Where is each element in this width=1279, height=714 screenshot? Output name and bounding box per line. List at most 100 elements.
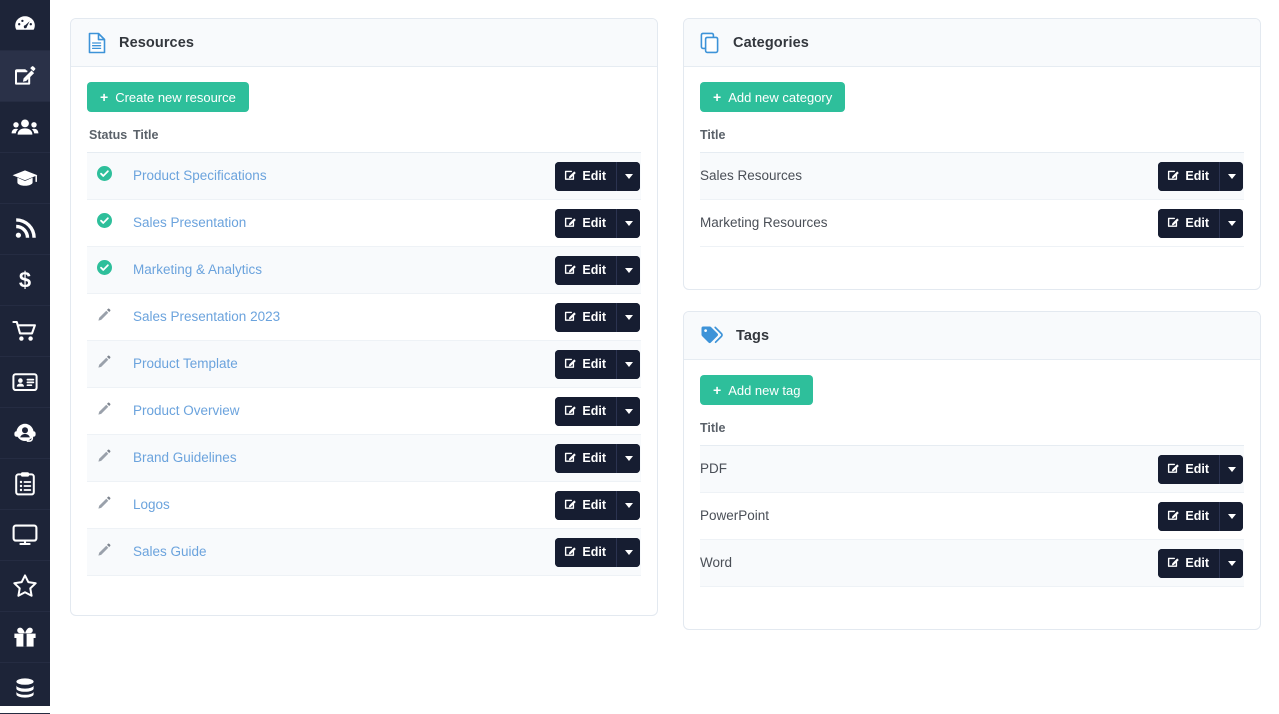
resource-title-link[interactable]: Product Overview — [133, 403, 240, 418]
status-cell — [87, 434, 133, 482]
row-actions-cell: Edit — [531, 481, 641, 529]
row-actions-cell: Edit — [531, 246, 641, 294]
chevron-down-icon — [624, 549, 633, 555]
sidebar-item-training[interactable] — [0, 153, 50, 204]
edit-dropdown-toggle[interactable] — [1219, 161, 1243, 191]
sidebar-item-content-editor[interactable] — [0, 51, 50, 102]
edit-button[interactable]: Edit — [1158, 161, 1219, 191]
sidebar-item-contacts[interactable] — [0, 357, 50, 408]
edit-dropdown-toggle[interactable] — [616, 537, 640, 567]
edit-dropdown-toggle[interactable] — [1219, 501, 1243, 531]
row-actions-cell: Edit — [1134, 199, 1244, 247]
resource-title-link[interactable]: Sales Guide — [133, 544, 207, 559]
edit-button[interactable]: Edit — [555, 302, 616, 332]
edit-dropdown-toggle[interactable] — [1219, 208, 1243, 238]
edit-dropdown-toggle[interactable] — [616, 349, 640, 379]
resource-title-cell: Product Template — [133, 340, 531, 388]
id-card-icon — [12, 371, 38, 393]
edit-dropdown-toggle[interactable] — [616, 208, 640, 238]
resources-header-row: Status Title — [87, 122, 641, 153]
resource-title-link[interactable]: Sales Presentation 2023 — [133, 309, 280, 324]
sidebar-item-database[interactable] — [0, 663, 50, 714]
sidebar-item-feed[interactable] — [0, 204, 50, 255]
row-actions-cell: Edit — [1134, 445, 1244, 493]
edit-button-label: Edit — [582, 357, 606, 371]
categories-table: Title Sales Resources Edit Marketing Resou… — [700, 122, 1244, 247]
tags-card-body: + Add new tag Title PDF Edit PowerPoint Edi… — [684, 360, 1260, 629]
edit-button[interactable]: Edit — [555, 537, 616, 567]
edit-dropdown-toggle[interactable] — [616, 302, 640, 332]
edit-button[interactable]: Edit — [555, 161, 616, 191]
resource-title-link[interactable]: Product Template — [133, 356, 238, 371]
sidebar: $ — [0, 0, 50, 714]
add-new-category-button[interactable]: + Add new category — [700, 82, 846, 112]
edit-button[interactable]: Edit — [555, 255, 616, 285]
chevron-down-icon — [624, 173, 633, 179]
sidebar-item-shop[interactable] — [0, 306, 50, 357]
edit-button[interactable]: Edit — [555, 490, 616, 520]
file-document-icon — [87, 32, 107, 54]
edit-button[interactable]: Edit — [555, 396, 616, 426]
edit-button-group: Edit — [1158, 454, 1243, 484]
pencil-square-icon — [564, 497, 577, 513]
sidebar-item-favorites[interactable] — [0, 561, 50, 612]
status-cell — [87, 152, 133, 200]
edit-button[interactable]: Edit — [555, 443, 616, 473]
sidebar-item-finance[interactable]: $ — [0, 255, 50, 306]
edit-button[interactable]: Edit — [555, 349, 616, 379]
sidebar-item-dashboard[interactable] — [0, 0, 50, 51]
edit-dropdown-toggle[interactable] — [1219, 548, 1243, 578]
graduation-cap-icon — [11, 165, 39, 191]
status-cell — [87, 481, 133, 529]
table-row: Brand Guidelines Edit — [87, 434, 641, 482]
edit-button-group: Edit — [555, 208, 640, 238]
tag-title-cell: PowerPoint — [700, 492, 1134, 540]
resource-title-link[interactable]: Sales Presentation — [133, 215, 246, 230]
edit-dropdown-toggle[interactable] — [1219, 454, 1243, 484]
edit-dropdown-toggle[interactable] — [616, 490, 640, 520]
copy-layers-icon — [700, 32, 721, 54]
sidebar-item-displays[interactable] — [0, 510, 50, 561]
pencil-square-icon — [564, 309, 577, 325]
create-new-resource-button[interactable]: + Create new resource — [87, 82, 249, 112]
sidebar-item-users[interactable] — [0, 102, 50, 153]
add-new-tag-button[interactable]: + Add new tag — [700, 375, 814, 405]
tags-title: Tags — [736, 327, 770, 344]
resource-title-link[interactable]: Product Specifications — [133, 168, 267, 183]
tags-table-head: Title — [700, 415, 1244, 446]
right-column: Categories + Add new category Title Sale… — [683, 18, 1261, 630]
resource-title-link[interactable]: Brand Guidelines — [133, 450, 237, 465]
table-row: PowerPoint Edit — [700, 492, 1244, 540]
clipboard-list-icon — [13, 471, 37, 497]
edit-button[interactable]: Edit — [1158, 208, 1219, 238]
edit-button[interactable]: Edit — [1158, 501, 1219, 531]
edit-button-group: Edit — [555, 537, 640, 567]
edit-dropdown-toggle[interactable] — [616, 396, 640, 426]
table-row: Product Template Edit — [87, 340, 641, 388]
edit-button[interactable]: Edit — [1158, 548, 1219, 578]
pencil-square-icon — [564, 168, 577, 184]
resource-title-link[interactable]: Marketing & Analytics — [133, 262, 262, 277]
add-new-category-label: Add new category — [728, 89, 833, 105]
sidebar-item-tasks[interactable] — [0, 459, 50, 510]
edit-dropdown-toggle[interactable] — [616, 255, 640, 285]
edit-dropdown-toggle[interactable] — [616, 443, 640, 473]
edit-button-group: Edit — [555, 255, 640, 285]
row-actions-cell: Edit — [531, 199, 641, 247]
column-header-status: Status — [87, 122, 133, 153]
gift-icon — [12, 625, 38, 649]
chevron-down-icon — [1227, 466, 1236, 472]
table-row: Word Edit — [700, 539, 1244, 587]
shopping-cart-icon — [12, 319, 38, 343]
users-icon — [11, 114, 39, 140]
check-circle-icon — [97, 260, 112, 280]
row-actions-cell: Edit — [531, 387, 641, 435]
sidebar-item-rewards[interactable] — [0, 612, 50, 663]
resource-title-link[interactable]: Logos — [133, 497, 170, 512]
edit-button[interactable]: Edit — [555, 208, 616, 238]
edit-dropdown-toggle[interactable] — [616, 161, 640, 191]
pencil-square-icon — [1167, 168, 1180, 184]
edit-button[interactable]: Edit — [1158, 454, 1219, 484]
pencil-icon — [97, 308, 111, 327]
sidebar-item-support[interactable] — [0, 408, 50, 459]
